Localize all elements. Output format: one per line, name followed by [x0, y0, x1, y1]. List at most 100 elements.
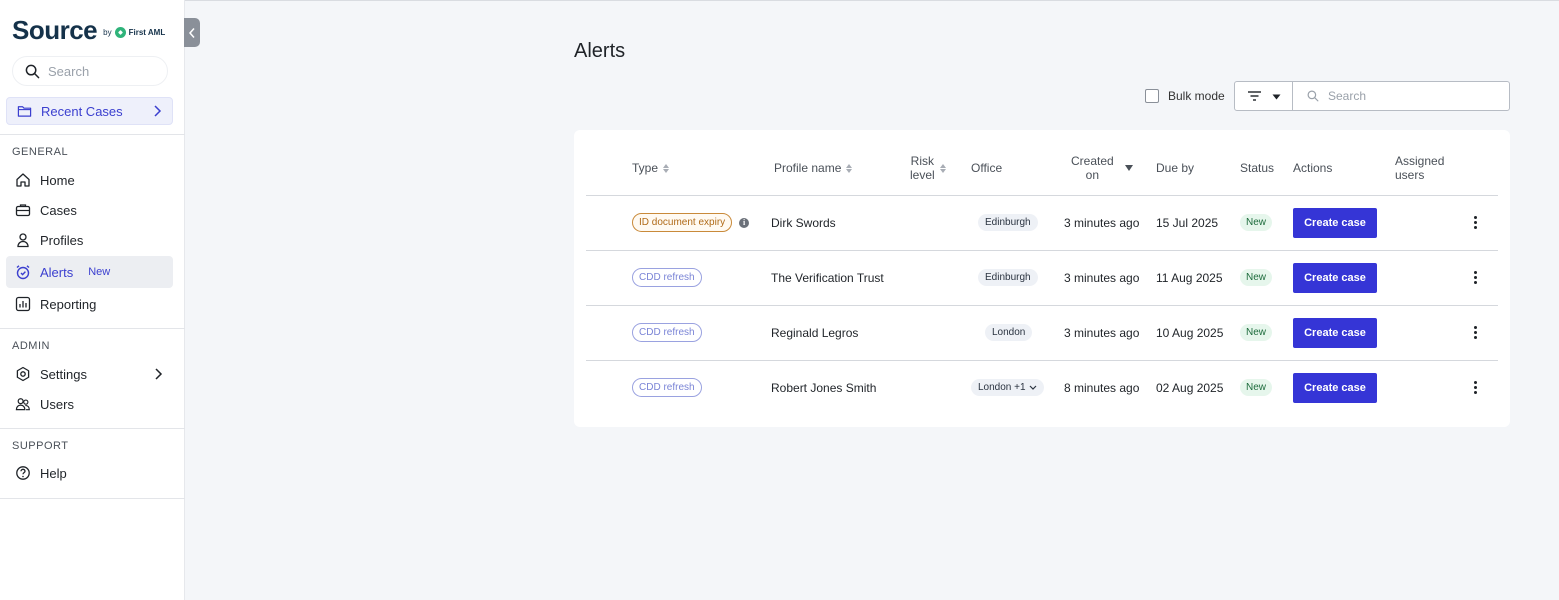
- bulk-mode-toggle[interactable]: Bulk mode: [1145, 89, 1225, 103]
- create-case-button[interactable]: Create case: [1293, 372, 1377, 403]
- sidebar-item-profiles[interactable]: Profiles: [6, 225, 173, 255]
- type-cell: CDD refresh: [632, 305, 702, 360]
- due-by: 11 Aug 2025: [1156, 270, 1223, 285]
- column-header-label: Risk level: [910, 154, 935, 182]
- sidebar-item-help[interactable]: Help: [6, 458, 173, 488]
- profile-name[interactable]: Reginald Legros: [771, 305, 858, 360]
- sidebar-item-settings[interactable]: Settings: [6, 359, 173, 389]
- column-header-label: Profile name: [774, 161, 842, 175]
- top-border: [185, 0, 1559, 1]
- sidebar-search-input[interactable]: [48, 63, 158, 79]
- more-options-icon[interactable]: [1470, 379, 1481, 396]
- create-case-button[interactable]: Create case: [1293, 207, 1377, 238]
- alarm-clock-icon: [15, 264, 31, 280]
- sort-icon: [663, 163, 670, 173]
- profile-name[interactable]: Dirk Swords: [771, 195, 836, 250]
- page-title: Alerts: [574, 40, 626, 62]
- actions-cell: Create case: [1293, 360, 1377, 415]
- row-menu-cell: [1470, 250, 1481, 305]
- column-header-label: Assigned users: [1395, 154, 1444, 182]
- column-header-profile-name[interactable]: Profile name: [774, 161, 853, 175]
- profile-name[interactable]: The Verification Trust: [771, 250, 884, 305]
- create-case-button[interactable]: Create case: [1293, 262, 1377, 293]
- filter-button[interactable]: [1234, 81, 1293, 111]
- created-on: 3 minutes ago: [1064, 325, 1140, 340]
- status-badge: New: [1240, 214, 1273, 231]
- column-header-created-on[interactable]: Created on: [1071, 154, 1133, 182]
- alert-type-tag: ID document expiry: [632, 213, 733, 232]
- sidebar: Source by First AML Recent Cases GENERAL…: [0, 0, 185, 600]
- sort-descending-icon: [1124, 165, 1133, 171]
- alerts-search-input[interactable]: [1328, 89, 1498, 103]
- status-cell: New: [1240, 360, 1273, 415]
- brand-name: Source: [12, 15, 98, 45]
- office-badge-label: London +1: [978, 382, 1026, 393]
- alerts-search[interactable]: [1292, 81, 1510, 111]
- row-menu-cell: [1470, 305, 1481, 360]
- column-header-label: Status: [1240, 161, 1275, 175]
- office-cell: Edinburgh: [978, 195, 1038, 250]
- sidebar-item-label: Users: [40, 396, 74, 412]
- column-header-label: Office: [971, 161, 1003, 175]
- status-badge: New: [1240, 379, 1273, 396]
- table-row[interactable]: CDD refresh Robert Jones Smith London +1…: [574, 360, 1510, 415]
- info-icon[interactable]: i: [739, 217, 750, 228]
- sidebar-item-home[interactable]: Home: [6, 165, 173, 195]
- chevron-down-icon: [1029, 385, 1036, 390]
- type-cell: ID document expiry i: [632, 195, 750, 250]
- home-icon: [15, 172, 31, 188]
- section-support: SUPPORT: [12, 440, 69, 452]
- table-row[interactable]: ID document expiry i Dirk Swords Edinbur…: [574, 195, 1510, 250]
- status-cell: New: [1240, 305, 1273, 360]
- more-options-icon[interactable]: [1470, 269, 1481, 286]
- column-header-label: Due by: [1156, 161, 1195, 175]
- created-on: 3 minutes ago: [1064, 270, 1140, 285]
- sort-icon: [846, 163, 853, 173]
- sidebar-item-alerts[interactable]: Alerts New: [6, 256, 173, 288]
- divider: [0, 328, 185, 329]
- profile-name[interactable]: Robert Jones Smith: [771, 360, 876, 415]
- bulk-mode-checkbox[interactable]: [1145, 89, 1159, 103]
- brand-logo[interactable]: Source by First AML: [12, 16, 165, 44]
- more-options-icon[interactable]: [1470, 324, 1481, 341]
- column-header-label-line: Assigned: [1395, 154, 1445, 168]
- status-cell: New: [1240, 250, 1273, 305]
- column-header-label-line: Risk: [910, 154, 935, 168]
- sidebar-item-cases[interactable]: Cases: [6, 195, 173, 225]
- table-row[interactable]: CDD refresh Reginald Legros London 3 min…: [574, 305, 1510, 360]
- person-icon: [15, 232, 31, 248]
- more-options-icon[interactable]: [1470, 214, 1481, 231]
- search-icon: [24, 63, 40, 79]
- status-cell: New: [1240, 195, 1273, 250]
- chevron-left-icon: [188, 27, 195, 38]
- brand-partner: First AML: [128, 28, 166, 37]
- caret-down-icon: [1272, 87, 1281, 105]
- sidebar-item-users[interactable]: Users: [6, 389, 173, 419]
- column-header-status: Status: [1240, 161, 1274, 175]
- column-header-office: Office: [971, 161, 1002, 175]
- section-admin: ADMIN: [12, 340, 50, 352]
- column-header-actions: Actions: [1293, 161, 1332, 175]
- recent-cases-button[interactable]: Recent Cases: [6, 97, 173, 125]
- collapse-sidebar-button[interactable]: [184, 18, 200, 47]
- create-case-button[interactable]: Create case: [1293, 317, 1377, 348]
- alert-type-tag: CDD refresh: [632, 323, 702, 342]
- column-header-label-line: on: [1085, 168, 1100, 182]
- column-header-risk-level[interactable]: Risk level: [910, 154, 946, 182]
- sidebar-item-label: Profiles: [40, 232, 84, 248]
- sidebar-item-reporting[interactable]: Reporting: [6, 289, 173, 319]
- office-cell: London: [985, 305, 1033, 360]
- divider: [0, 134, 185, 135]
- sidebar-item-label: Alerts: [40, 264, 74, 280]
- column-header-type[interactable]: Type: [632, 161, 670, 175]
- table-row[interactable]: CDD refresh The Verification Trust Edinb…: [574, 250, 1510, 305]
- column-header-due-by: Due by: [1156, 161, 1194, 175]
- sidebar-item-label: Help: [40, 465, 67, 481]
- column-header-label: Created on: [1071, 154, 1114, 182]
- section-general: GENERAL: [12, 146, 69, 158]
- sidebar-search[interactable]: [12, 56, 168, 86]
- office-cell: London +1: [971, 360, 1044, 415]
- sidebar-item-label: Reporting: [40, 296, 97, 312]
- office-dropdown[interactable]: London +1: [971, 379, 1044, 396]
- column-header-label: Type: [632, 161, 659, 175]
